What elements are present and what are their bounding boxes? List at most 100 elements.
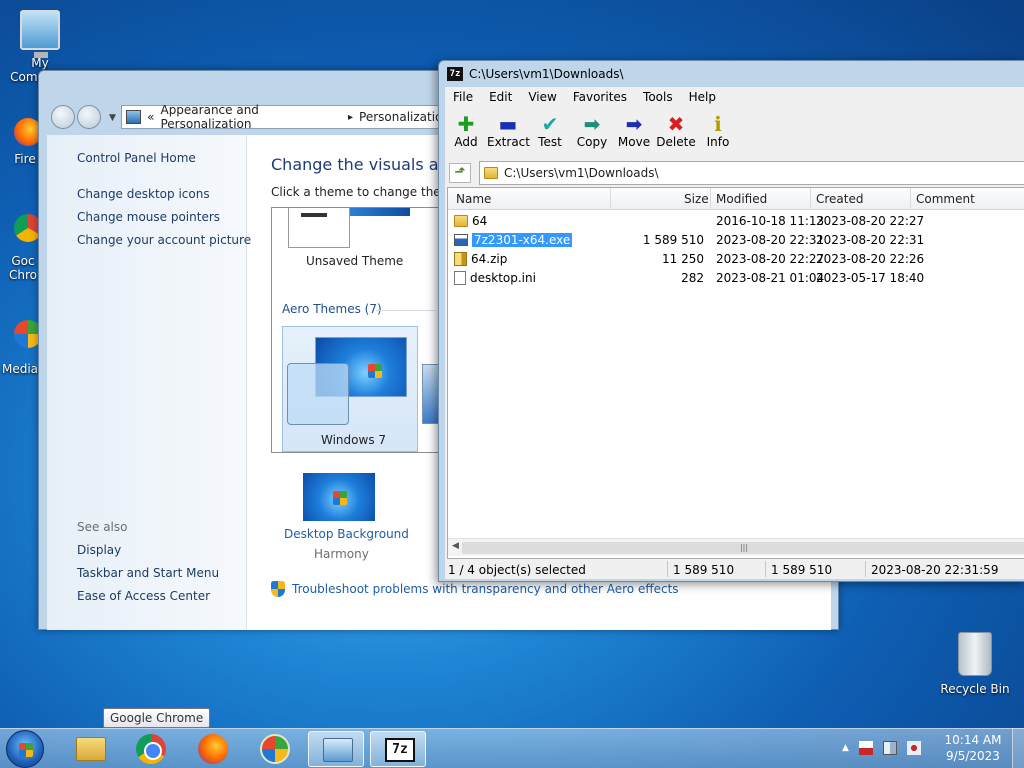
taskbar-control-panel[interactable] (308, 731, 364, 767)
chevron-down-icon[interactable]: ▼ (109, 113, 116, 123)
copy-label: Copy (576, 135, 608, 149)
address-bar[interactable]: « Appearance and Personalization ▸ Perso… (121, 103, 451, 131)
arrow-right-icon: ➡ (625, 112, 643, 136)
desktop-background-link[interactable]: Desktop Background (284, 527, 409, 541)
sidebar-link-taskbar[interactable]: Taskbar and Start Menu (77, 566, 219, 580)
show-desktop-button[interactable] (1012, 728, 1024, 768)
sidebar-link-ease-of-access[interactable]: Ease of Access Center (77, 589, 210, 603)
file-created: 2023-08-20 22:26 (816, 252, 925, 266)
file-list[interactable]: Name Size Modified Created Comment 64 20… (447, 187, 1024, 559)
up-folder-button[interactable]: ⬏ (449, 163, 471, 183)
column-size[interactable]: Size (684, 192, 709, 206)
desktop-icon-label: Goc Chro (9, 254, 37, 282)
theme-windows-7[interactable]: Windows 7 (282, 326, 418, 452)
taskbar-clock[interactable]: 10:14 AM 9/5/2023 (944, 732, 1002, 764)
copy-button[interactable]: ➡ Copy (571, 107, 613, 157)
page-subtitle: Click a theme to change the des (271, 185, 466, 199)
taskbar-explorer[interactable] (62, 731, 118, 767)
file-modified: 2023-08-20 22:27 (716, 252, 825, 266)
chevron-left-icon[interactable]: ◀ (452, 541, 459, 551)
scrollbar-thumb[interactable]: ||| (462, 542, 1024, 554)
file-modified: 2023-08-20 22:31 (716, 233, 825, 247)
network-icon[interactable] (882, 741, 897, 755)
desktop-icon-label: Recycle Bin (940, 682, 1010, 696)
file-name: 64 (472, 214, 488, 228)
delete-button[interactable]: ✖ Delete (655, 107, 697, 157)
windows-7-label: Windows 7 (321, 433, 387, 447)
volume-muted-icon[interactable] (906, 741, 921, 755)
list-header: Name Size Modified Created Comment (448, 188, 1024, 210)
sidebar-link-account-picture[interactable]: Change your account picture (77, 233, 251, 247)
sidebar-link-mouse-pointers[interactable]: Change mouse pointers (77, 210, 220, 224)
desktop-icon-media[interactable]: Media (0, 320, 42, 376)
unsaved-theme-label: Unsaved Theme (306, 254, 404, 268)
path-input[interactable]: C:\Users\vm1\Downloads\ (479, 161, 1024, 185)
menu-bar: File Edit View Favorites Tools Help (445, 87, 1024, 107)
desktop-background-thumbnail[interactable] (303, 473, 375, 521)
info-button[interactable]: ℹ Info (697, 107, 739, 157)
file-name: desktop.ini (470, 271, 536, 285)
action-center-flag-icon[interactable] (858, 741, 873, 755)
add-button[interactable]: ✚ Add (445, 107, 487, 157)
status-date: 2023-08-20 22:31:59 (871, 563, 999, 577)
menu-tools[interactable]: Tools (635, 87, 681, 107)
desktop-icon-recycle-bin[interactable]: Recycle Bin (935, 632, 1015, 696)
start-button[interactable] (6, 730, 44, 768)
minus-icon: ▬ (498, 112, 518, 136)
check-icon: ✔ (541, 112, 559, 136)
troubleshoot-aero-link[interactable]: Troubleshoot problems with transparency … (292, 582, 679, 596)
chevron-up-icon[interactable]: ▲ (842, 743, 849, 753)
path-bar: ⬏ C:\Users\vm1\Downloads\ (445, 161, 1024, 185)
table-row[interactable]: 7z2301-x64.exe 1 589 510 2023-08-20 22:3… (448, 231, 1024, 250)
table-row[interactable]: 64.zip 11 250 2023-08-20 22:27 2023-08-2… (448, 250, 1024, 269)
7zip-window[interactable]: 7z C:\Users\vm1\Downloads\ File Edit Vie… (438, 60, 1024, 582)
file-name-cell: 7z2301-x64.exe (454, 233, 573, 247)
extract-button[interactable]: ▬ Extract (487, 107, 530, 157)
table-row[interactable]: 64 2016-10-18 11:13 2023-08-20 22:27 (448, 212, 1024, 231)
back-button[interactable] (51, 105, 75, 129)
desktop-background-value: Harmony (314, 547, 369, 561)
sidebar-link-control-panel-home[interactable]: Control Panel Home (77, 151, 196, 165)
breadcrumb-arrow-icon[interactable]: ▸ (348, 112, 353, 123)
folder-icon (454, 215, 468, 227)
test-button[interactable]: ✔ Test (529, 107, 571, 157)
status-packed-size: 1 589 510 (771, 563, 833, 577)
unsaved-theme-thumbnail[interactable] (288, 208, 350, 248)
taskbar-7zip[interactable]: 7z (370, 731, 426, 767)
menu-help[interactable]: Help (681, 87, 724, 107)
menu-edit[interactable]: Edit (481, 87, 520, 107)
file-size: 11 250 (662, 252, 704, 266)
column-comment[interactable]: Comment (916, 192, 975, 206)
column-created[interactable]: Created (816, 192, 864, 206)
sidebar-link-desktop-icons[interactable]: Change desktop icons (77, 187, 210, 201)
taskbar-chrome[interactable] (122, 731, 178, 767)
file-size: 282 (681, 271, 704, 285)
file-name: 64.zip (471, 252, 508, 266)
desktop-icon-firefox[interactable]: Fire (0, 118, 42, 166)
theme-list[interactable]: Unsaved Theme Aero Themes (7) Windows 7 (271, 207, 441, 453)
breadcrumb-appearance[interactable]: Appearance and Personalization (160, 103, 342, 131)
menu-favorites[interactable]: Favorites (565, 87, 635, 107)
windows-logo-icon (19, 743, 33, 757)
delete-label: Delete (656, 135, 696, 149)
column-name[interactable]: Name (456, 192, 491, 206)
7zip-icon: 7z (447, 67, 463, 81)
glass-color-swatch (287, 363, 349, 425)
plus-icon: ✚ (457, 112, 475, 136)
file-name-cell: desktop.ini (454, 271, 536, 285)
window-title: 7z C:\Users\vm1\Downloads\ (447, 67, 624, 81)
table-row[interactable]: desktop.ini 282 2023-08-21 01:04 2023-05… (448, 269, 1024, 288)
breadcrumb-personalization[interactable]: Personalization (359, 110, 450, 124)
test-label: Test (538, 135, 562, 149)
info-label: Info (706, 135, 730, 149)
desktop-icon-google-chrome[interactable]: Goc Chro (0, 214, 42, 282)
move-button[interactable]: ➡ Move (613, 107, 655, 157)
sidebar-link-display[interactable]: Display (77, 543, 121, 557)
taskbar-media-player[interactable] (246, 731, 302, 767)
forward-button[interactable] (77, 105, 101, 129)
column-modified[interactable]: Modified (716, 192, 767, 206)
menu-file[interactable]: File (445, 87, 481, 107)
taskbar-firefox[interactable] (184, 731, 240, 767)
menu-view[interactable]: View (520, 87, 564, 107)
horizontal-scrollbar[interactable]: ◀ ||| (448, 538, 1024, 556)
